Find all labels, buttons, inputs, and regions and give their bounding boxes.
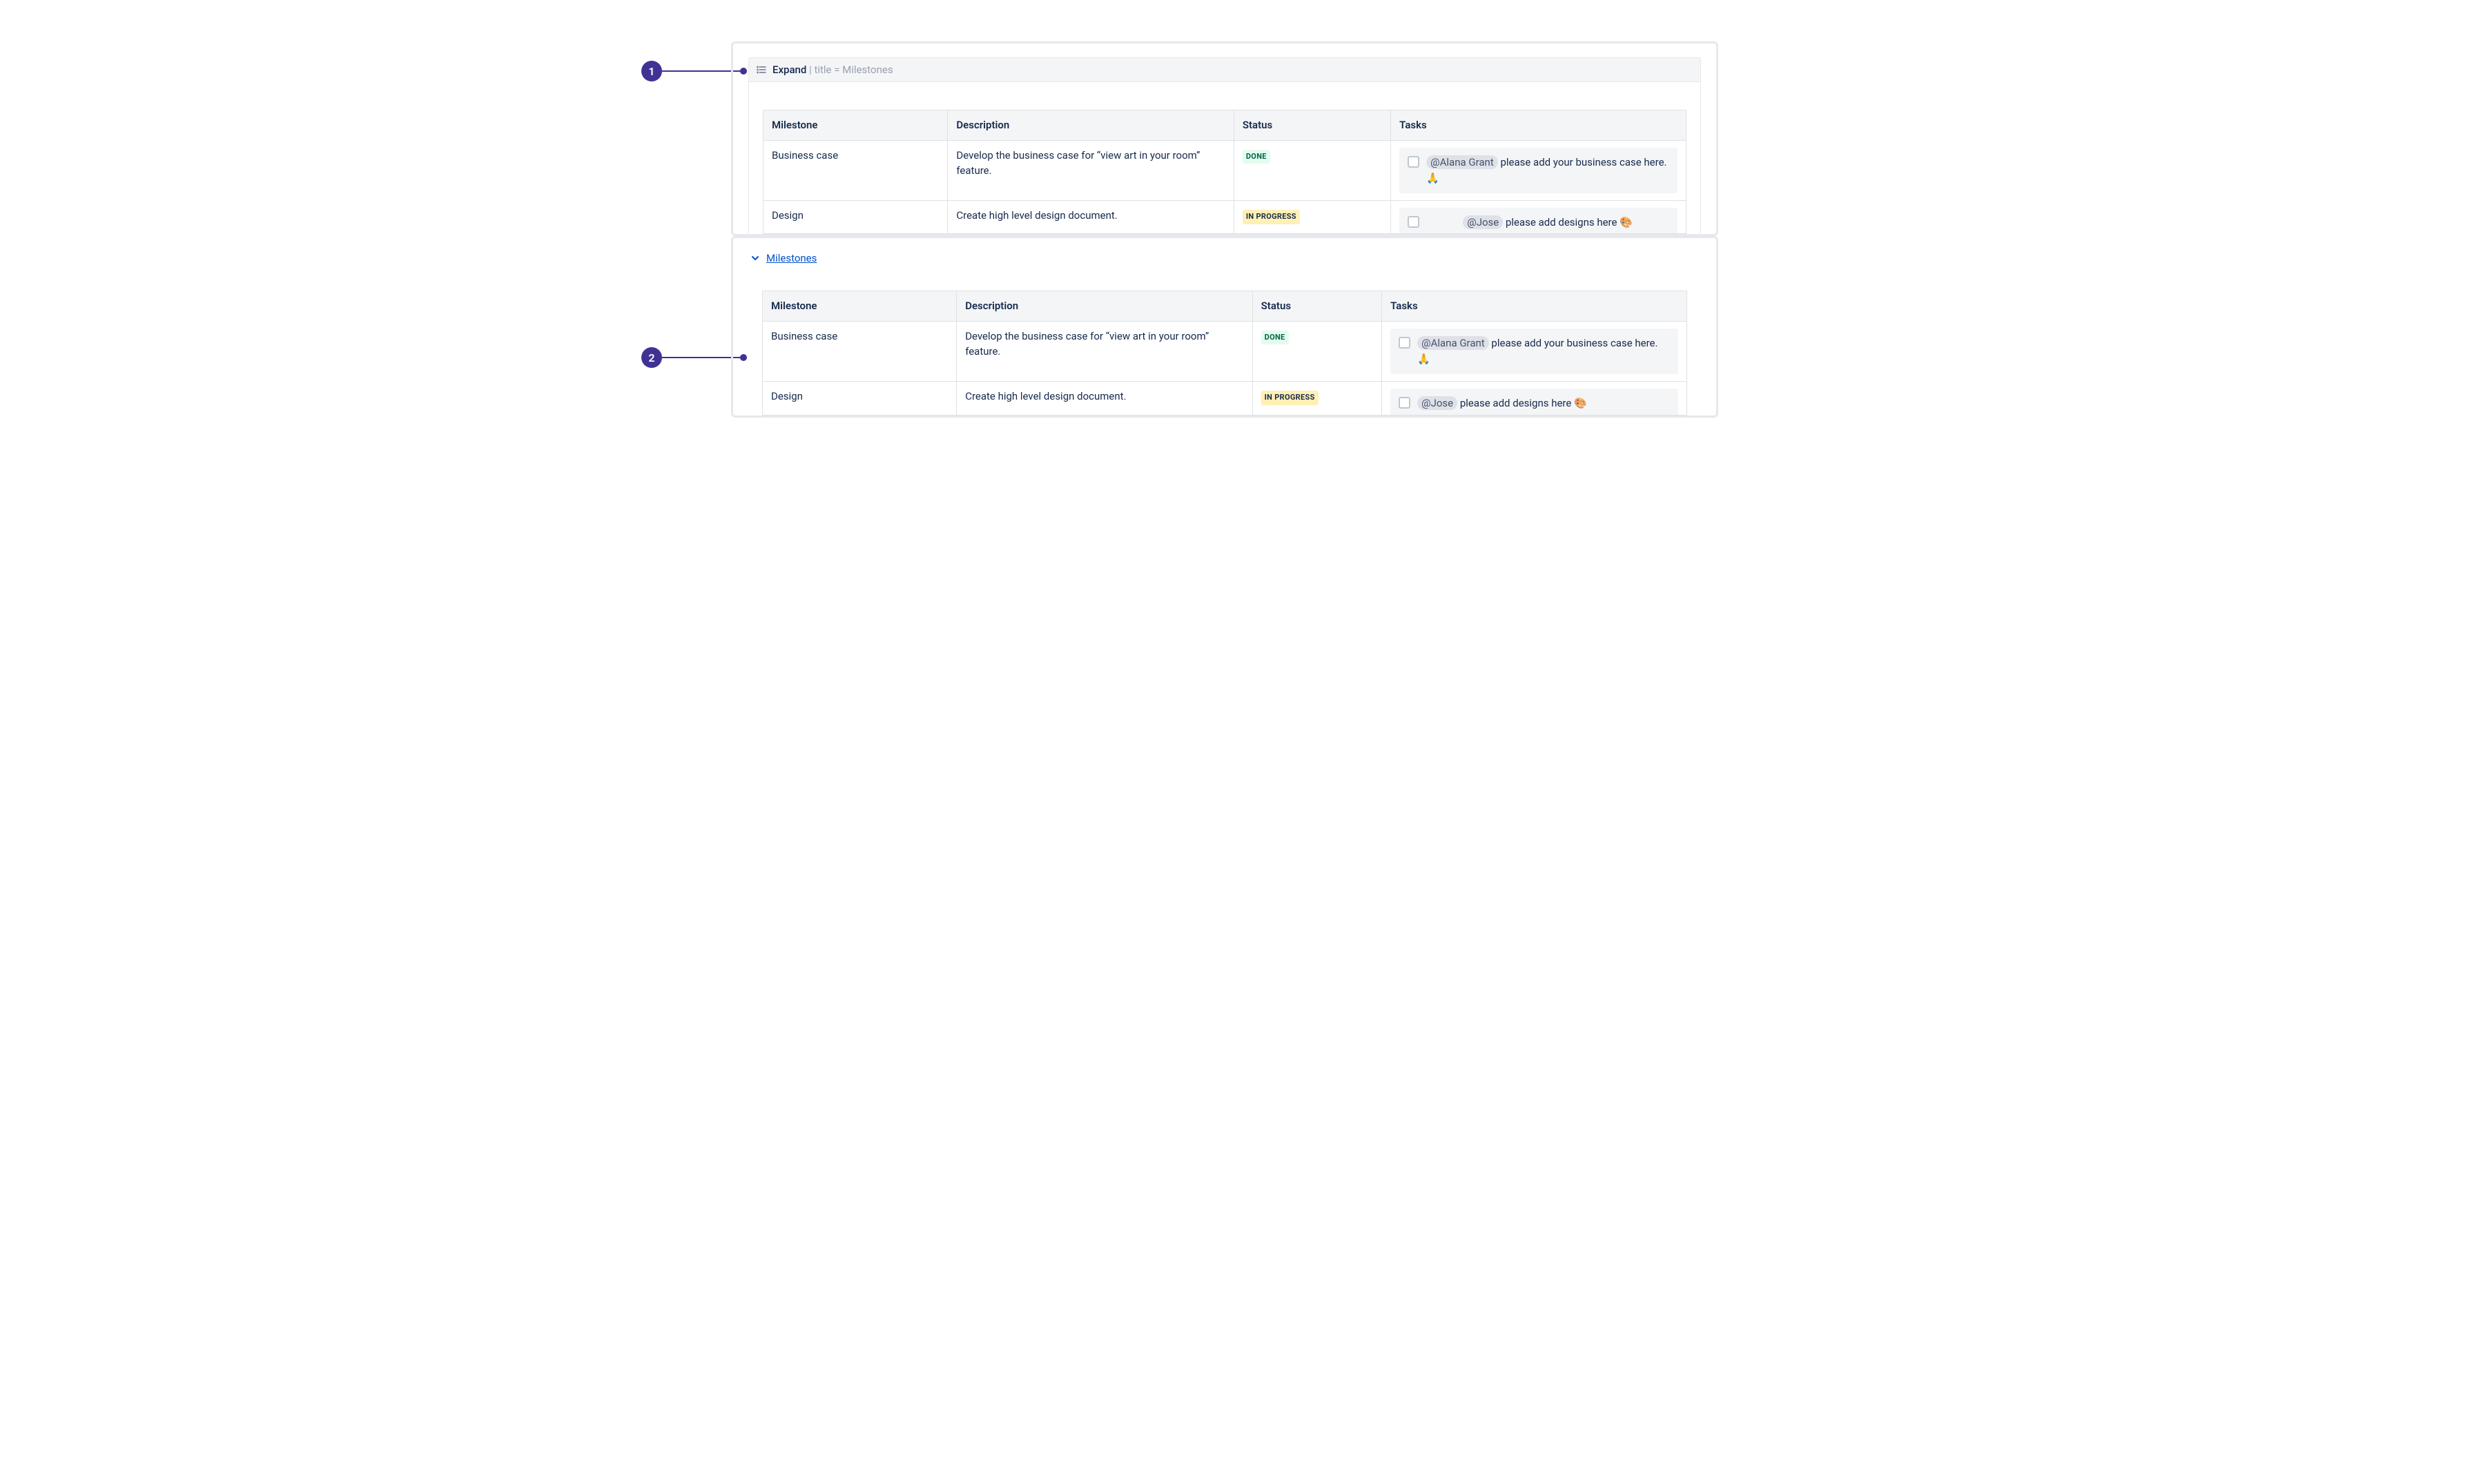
cell-tasks[interactable]: @Alana Grant please add your business ca… xyxy=(1391,140,1686,201)
task-checkbox[interactable] xyxy=(1399,337,1410,349)
callout-dot xyxy=(740,354,747,361)
task-text: @Alana Grant please add your business ca… xyxy=(1426,155,1669,187)
task-checkbox[interactable] xyxy=(1399,397,1410,409)
cell-description[interactable]: Develop the business case for “view art … xyxy=(957,321,1252,382)
expand-block-label-type: Expand xyxy=(772,64,806,76)
table-header-row: Milestone Description Status Tasks xyxy=(764,110,1686,141)
task-card: @Alana Grant please add your business ca… xyxy=(1390,329,1678,375)
expand-toggle[interactable]: Milestones xyxy=(748,252,1701,270)
task-checkbox[interactable] xyxy=(1408,156,1419,168)
col-status: Status xyxy=(1252,291,1381,322)
palette-emoji-icon: 🎨 xyxy=(1620,216,1633,228)
expand-block-body: Milestone Description Status Tasks Busin… xyxy=(748,82,1701,234)
callout-line xyxy=(662,357,741,358)
cell-milestone[interactable]: Design xyxy=(763,382,957,415)
cell-milestone[interactable]: Design xyxy=(764,201,948,234)
col-tasks: Tasks xyxy=(1391,110,1686,141)
cell-status[interactable]: IN PROGRESS xyxy=(1234,201,1390,234)
col-description: Description xyxy=(948,110,1234,141)
expand-block-header[interactable]: Expand | title = Milestones xyxy=(748,57,1701,82)
user-mention[interactable]: @Alana Grant xyxy=(1417,336,1489,350)
table-row: Business case Develop the business case … xyxy=(764,140,1686,201)
cell-description[interactable]: Develop the business case for “view art … xyxy=(948,140,1234,201)
rendered-panel: Milestones Milestone Description Status … xyxy=(731,236,1718,417)
expand-block-label-title: | title = Milestones xyxy=(806,64,893,76)
cell-milestone[interactable]: Business case xyxy=(763,321,957,382)
status-badge[interactable]: DONE xyxy=(1261,331,1289,345)
cell-tasks[interactable]: @Jose please add designs here 🎨 xyxy=(1391,201,1686,234)
expand-block-icon xyxy=(756,64,767,75)
cell-description[interactable]: Create high level design document. xyxy=(948,201,1234,234)
user-mention[interactable]: @Jose xyxy=(1417,396,1457,410)
task-text: @Jose please add designs here 🎨 xyxy=(1426,215,1669,231)
task-message: please add designs here xyxy=(1503,216,1620,228)
col-description: Description xyxy=(957,291,1252,322)
hands-emoji-icon: 🙏 xyxy=(1417,353,1430,365)
expand-content: Milestone Description Status Tasks Busin… xyxy=(748,270,1701,415)
chevron-down-icon xyxy=(751,254,759,262)
task-text: @Jose please add designs here 🎨 xyxy=(1417,396,1670,411)
user-mention[interactable]: @Jose xyxy=(1463,215,1503,229)
cell-milestone[interactable]: Business case xyxy=(764,140,948,201)
col-milestone: Milestone xyxy=(763,291,957,322)
table-row: Design Create high level design document… xyxy=(764,201,1686,234)
task-card: @Alana Grant please add your business ca… xyxy=(1399,148,1678,194)
callout-line xyxy=(662,70,741,72)
hands-emoji-icon: 🙏 xyxy=(1426,172,1439,184)
task-message: please add your business case here. xyxy=(1489,337,1658,349)
table-header-row: Milestone Description Status Tasks xyxy=(763,291,1687,322)
editor-panel: Expand | title = Milestones Milestone De… xyxy=(731,41,1718,236)
cell-tasks[interactable]: @Alana Grant please add your business ca… xyxy=(1382,321,1687,382)
table-row: Business case Develop the business case … xyxy=(763,321,1687,382)
cell-status[interactable]: DONE xyxy=(1252,321,1381,382)
cell-status[interactable]: DONE xyxy=(1234,140,1390,201)
callout-number: 1 xyxy=(641,61,662,81)
cell-description[interactable]: Create high level design document. xyxy=(957,382,1252,415)
expand-title-link[interactable]: Milestones xyxy=(766,252,817,264)
task-text: @Alana Grant please add your business ca… xyxy=(1417,335,1670,368)
col-milestone: Milestone xyxy=(764,110,948,141)
user-mention[interactable]: @Alana Grant xyxy=(1426,155,1498,169)
cell-tasks[interactable]: @Jose please add designs here 🎨 xyxy=(1382,382,1687,415)
expand-block-label: Expand | title = Milestones xyxy=(772,64,893,76)
callout-dot xyxy=(740,68,747,75)
callout-number: 2 xyxy=(641,347,662,368)
status-badge[interactable]: IN PROGRESS xyxy=(1243,210,1300,224)
col-tasks: Tasks xyxy=(1382,291,1687,322)
task-card: @Jose please add designs here 🎨 xyxy=(1399,208,1678,236)
col-status: Status xyxy=(1234,110,1390,141)
task-checkbox[interactable] xyxy=(1408,216,1419,228)
status-badge[interactable]: IN PROGRESS xyxy=(1261,391,1319,405)
cell-status[interactable]: IN PROGRESS xyxy=(1252,382,1381,415)
table-row: Design Create high level design document… xyxy=(763,382,1687,415)
palette-emoji-icon: 🎨 xyxy=(1574,397,1587,409)
milestones-table: Milestone Description Status Tasks Busin… xyxy=(763,110,1686,234)
task-message: please add designs here xyxy=(1457,397,1574,409)
task-card: @Jose please add designs here 🎨 xyxy=(1390,389,1678,417)
milestones-table: Milestone Description Status Tasks Busin… xyxy=(762,291,1687,415)
task-message: please add your business case here. xyxy=(1498,156,1667,168)
status-badge[interactable]: DONE xyxy=(1243,150,1270,164)
